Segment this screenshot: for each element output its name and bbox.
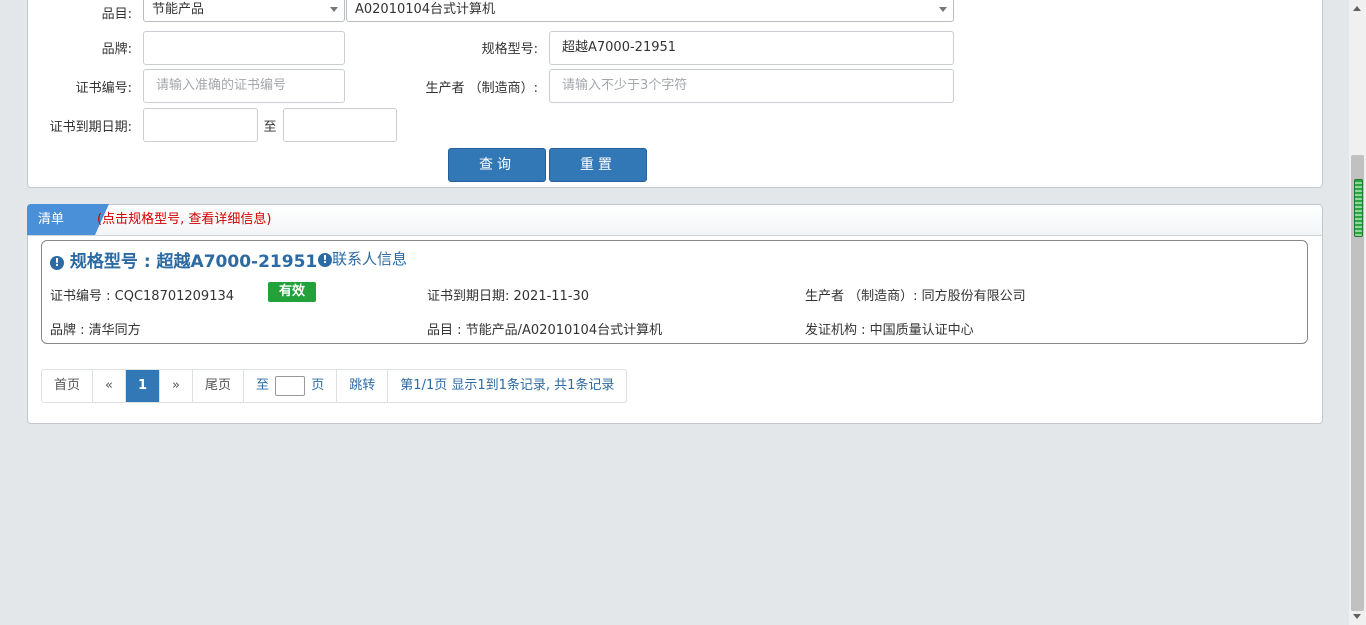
model-label: 规格型号:	[481, 42, 538, 57]
goto-prefix: 至	[255, 378, 269, 393]
caret-down-icon	[939, 7, 947, 12]
page-summary: 第1/1页 显示1到1条记录, 共1条记录	[400, 378, 615, 393]
subcategory-select[interactable]: A02010104台式计算机	[346, 0, 954, 22]
next-page-button[interactable]: »	[160, 370, 193, 402]
expiry-from-input[interactable]	[143, 108, 258, 142]
query-button[interactable]: 查询	[448, 148, 546, 182]
contact-info-link[interactable]: ! 联系人信息	[318, 248, 407, 269]
category-select[interactable]: 节能产品	[143, 0, 345, 22]
brand-input[interactable]	[143, 31, 345, 65]
list-panel: 清单 (点击规格型号, 查看详细信息) ! 规格型号 : 超越A7000-219…	[27, 204, 1323, 424]
manufacturer-value: 生产者 （制造商）: 同方股份有限公司	[805, 289, 1026, 304]
caret-down-icon	[330, 7, 338, 12]
scrollbar-thumb[interactable]	[1351, 155, 1364, 611]
brand-value: 品牌 : 清华同方	[50, 323, 141, 338]
scroll-up-icon[interactable]	[1353, 6, 1361, 11]
list-tab[interactable]: 清单	[27, 204, 95, 235]
scrollbar-grip	[1354, 179, 1363, 237]
status-badge: 有效	[268, 282, 316, 302]
scroll-down-icon[interactable]	[1353, 614, 1361, 619]
list-item: ! 规格型号 : 超越A7000-21951 ! 联系人信息 证书编号 : CQC…	[41, 240, 1308, 344]
expiry-label: 证书到期日期:	[49, 120, 132, 135]
cert-no-label: 证书编号:	[75, 81, 132, 96]
manufacturer-label: 生产者 （制造商）:	[425, 81, 538, 96]
model-title-link[interactable]: ! 规格型号 : 超越A7000-21951	[50, 247, 317, 272]
info-circle-icon: !	[50, 256, 64, 270]
goto-suffix: 页	[311, 378, 325, 393]
cert-no-input[interactable]: 请输入准确的证书编号	[143, 69, 345, 103]
pagination: 首页 « 1 » 尾页 至 页 跳转 第1/1页 显示1到1条记录, 共1条记录	[41, 369, 628, 403]
jump-button[interactable]: 跳转	[337, 370, 389, 402]
expiry-separator: 至	[263, 120, 277, 135]
model-input[interactable]: 超越A7000-21951	[549, 31, 954, 65]
expiry-to-input[interactable]	[283, 108, 397, 142]
prev-page-button[interactable]: «	[93, 370, 126, 402]
page-scrollbar[interactable]	[1349, 0, 1366, 625]
category-select-value: 节能产品	[152, 2, 205, 17]
list-tab-bar: 清单 (点击规格型号, 查看详细信息)	[27, 204, 1322, 236]
last-page-button[interactable]: 尾页	[193, 370, 244, 402]
category-label: 品目:	[101, 7, 132, 22]
brand-label: 品牌:	[101, 42, 132, 57]
search-panel: 品目: 节能产品 A02010104台式计算机 品牌: 规格型号: 超越A700…	[27, 0, 1323, 188]
category-value: 品目 : 节能产品/A02010104台式计算机	[427, 323, 663, 338]
current-page-button[interactable]: 1	[125, 370, 160, 402]
info-circle-icon: !	[318, 253, 332, 267]
subcategory-select-value: A02010104台式计算机	[355, 2, 496, 17]
first-page-button[interactable]: 首页	[42, 370, 94, 402]
model-title-text: 规格型号 : 超越A7000-21951	[69, 252, 318, 272]
issuer-value: 发证机构 : 中国质量认证中心	[805, 323, 974, 338]
contact-info-text: 联系人信息	[332, 250, 408, 268]
expiry-value: 证书到期日期: 2021-11-30	[427, 289, 590, 304]
manufacturer-input[interactable]: 请输入不少于3个字符	[549, 69, 954, 103]
goto-page-input[interactable]	[275, 375, 306, 396]
goto-page-group: 至 页	[244, 370, 338, 402]
list-hint: (点击规格型号, 查看详细信息)	[97, 212, 272, 227]
reset-button[interactable]: 重置	[549, 148, 647, 182]
cert-no-value: 证书编号 : CQC18701209134	[50, 289, 235, 304]
